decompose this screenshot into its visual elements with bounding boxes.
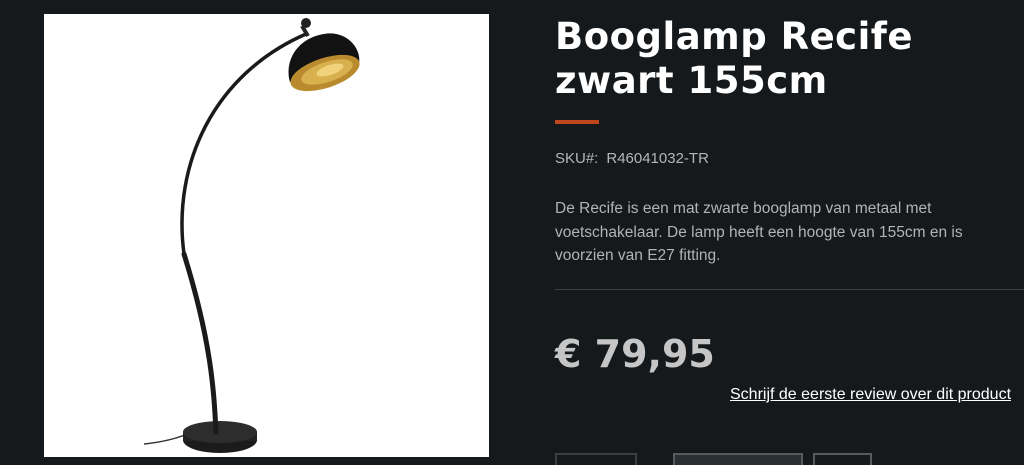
sku-label: SKU#: xyxy=(555,150,599,167)
product-title: Booglamp Recife zwart 155cm xyxy=(555,15,1015,103)
title-accent-bar xyxy=(555,120,599,124)
add-to-cart-button[interactable] xyxy=(673,453,803,465)
divider xyxy=(555,289,1024,290)
product-title-line2: zwart 155cm xyxy=(555,59,828,102)
quantity-input[interactable] xyxy=(555,453,637,465)
arc-lamp-illustration xyxy=(143,18,360,453)
sku-value: R46041032-TR xyxy=(606,150,709,167)
product-price: € 79,95 xyxy=(555,332,715,376)
product-info: Booglamp Recife zwart 155cm SKU#: R460410… xyxy=(555,0,1024,465)
product-title-line1: Booglamp Recife xyxy=(555,15,913,58)
product-image[interactable] xyxy=(44,14,489,457)
write-review-link[interactable]: Schrijf de eerste review over dit produc… xyxy=(730,386,1011,404)
wishlist-button[interactable] xyxy=(813,453,872,465)
sku-line: SKU#: R46041032-TR xyxy=(555,150,709,167)
product-description: De Recife is een mat zwarte booglamp van… xyxy=(555,200,963,264)
